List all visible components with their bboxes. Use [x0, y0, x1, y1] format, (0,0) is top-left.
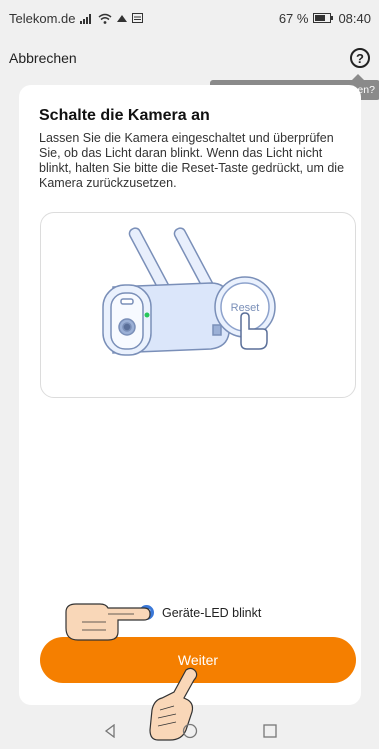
message-icon — [132, 13, 144, 23]
cloud-icon — [117, 15, 128, 22]
battery-percent: 67 % — [278, 10, 309, 26]
clock: 08:40 — [338, 10, 371, 26]
led-blinks-checkbox-row[interactable]: Geräte-LED blinkt — [139, 605, 261, 620]
camera-illustration: Reset — [40, 212, 356, 398]
battery-icon — [313, 13, 334, 23]
status-right: 67 % 08:40 — [279, 11, 371, 26]
page-title: Schalte die Kamera an — [39, 107, 210, 124]
status-left: Telekom.de — [9, 10, 144, 26]
back-icon[interactable] — [103, 723, 117, 738]
status-icons — [80, 13, 144, 24]
status-bar: Telekom.de 67 % 08:40 — [0, 0, 379, 36]
help-circle-icon[interactable]: ? — [350, 48, 370, 68]
led-blinks-label: Geräte-LED blinkt — [162, 605, 262, 620]
signal-icon — [80, 13, 92, 24]
recents-icon[interactable] — [262, 723, 277, 738]
system-nav-bar — [0, 712, 379, 749]
reset-label: Reset — [231, 302, 260, 314]
carrier-name: Telekom.de — [9, 10, 76, 26]
instructions-text: Lassen Sie die Kamera eingeschaltet und … — [39, 131, 345, 190]
pointing-hand-icon — [65, 603, 151, 641]
wifi-icon — [99, 13, 112, 24]
app-bar: Abbrechen ? — [0, 40, 379, 76]
camera-reset-graphic: Reset — [102, 227, 276, 356]
home-icon[interactable] — [182, 723, 198, 739]
led-indicator — [144, 312, 150, 318]
cancel-button[interactable]: Abbrechen — [9, 50, 77, 66]
